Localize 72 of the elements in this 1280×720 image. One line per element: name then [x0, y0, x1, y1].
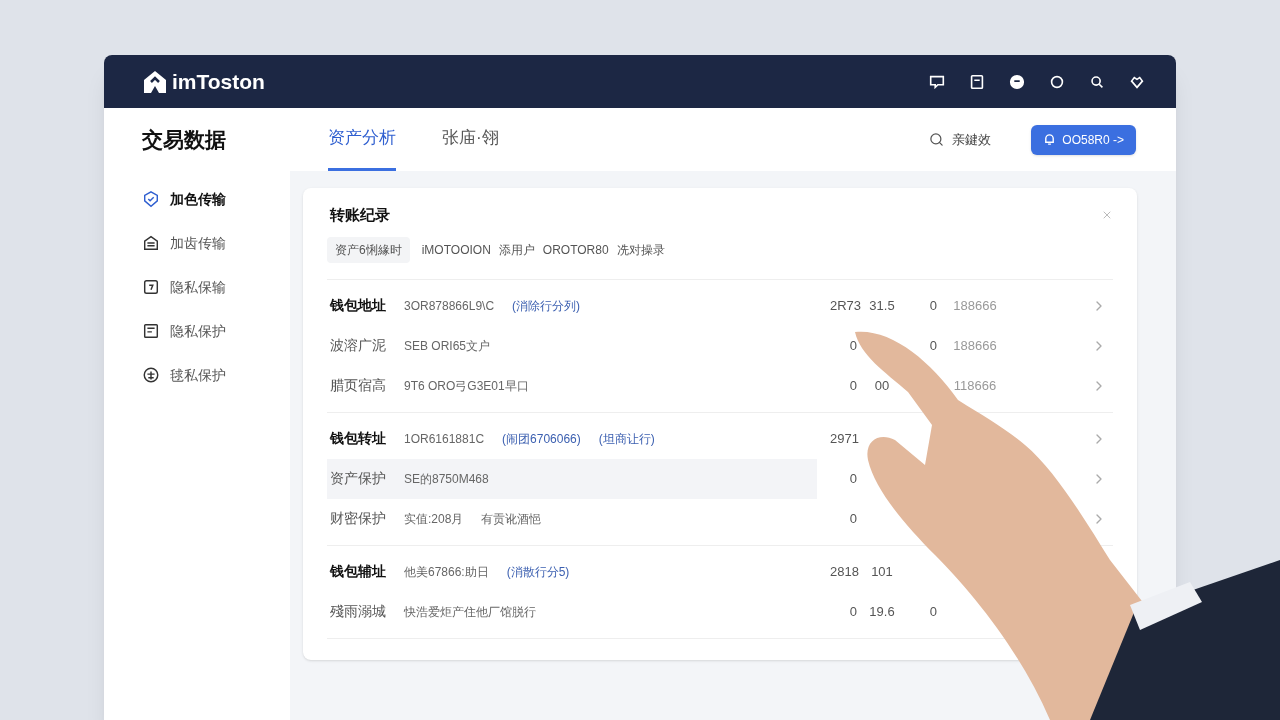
- row-value: 实值:208月: [404, 510, 464, 528]
- table-row[interactable]: 钱包转址 1OR6161881C (闹团6706066) (坦商让行): [327, 418, 817, 459]
- table-cell: 0: [849, 603, 857, 619]
- app-logo: imToston: [172, 68, 265, 95]
- row-label: 钱包辅址: [330, 562, 387, 581]
- filter-label[interactable]: iMOTOOION: [421, 240, 491, 259]
- sidebar-item[interactable]: 加色传输: [142, 187, 290, 211]
- table-cell: 31.5: [869, 297, 895, 313]
- search-label[interactable]: 亲鍵效: [952, 129, 992, 150]
- table-cell: 0: [849, 470, 857, 486]
- page-title: 交易数据: [141, 126, 227, 153]
- row-value: 有贡讹酒悒: [481, 510, 542, 528]
- row-label: 殘雨溺城: [330, 602, 387, 621]
- coin-icon: [142, 366, 160, 384]
- row-label: 钱包地址: [330, 296, 387, 315]
- house-icon: [142, 234, 160, 252]
- shield-icon: [142, 190, 160, 208]
- sidebar-item[interactable]: 隐私保输: [142, 275, 290, 299]
- sidebar-item[interactable]: 加齿传输: [142, 231, 290, 255]
- page-tab[interactable]: 张庙·翎: [442, 108, 499, 171]
- row-label: 波溶广泥: [330, 336, 387, 355]
- row-value: SE的8750M468: [404, 470, 489, 488]
- table-cell: 00: [874, 377, 890, 393]
- square-icon: [142, 278, 160, 296]
- row-label: 钱包转址: [330, 429, 387, 448]
- table-cell: 101: [871, 563, 893, 579]
- row-value: 快浩爱炬产住他厂馆脱行: [404, 603, 536, 621]
- row-label: 财密保护: [330, 509, 387, 528]
- table-row[interactable]: 波溶广泥 SEB ORI65文户: [327, 325, 817, 366]
- table-cell: 0: [929, 337, 937, 353]
- row-value: 9T6 ORO弓G3E01早口: [404, 377, 529, 395]
- sidebar-item[interactable]: 隐私保护: [142, 319, 290, 343]
- row-label: 腊页宿高: [330, 376, 387, 395]
- sidebar-item[interactable]: 毬私保护: [142, 363, 290, 387]
- table-cell: 188666: [953, 337, 997, 353]
- clipboard-icon[interactable]: [968, 72, 986, 91]
- filter-label[interactable]: 冼对操录: [616, 240, 665, 259]
- table-row[interactable]: 钱包地址 3OR878866L9\C (消除行分列): [327, 285, 817, 326]
- note-link[interactable]: (坦商让行): [598, 429, 655, 448]
- filter-label[interactable]: OROTOR80: [542, 240, 609, 259]
- table-cell: 188666: [953, 297, 997, 313]
- note-link[interactable]: (消散行分5): [506, 562, 570, 581]
- table-row[interactable]: 钱包辅址 他美67866:助日 (消散行分5): [327, 551, 817, 592]
- action-button[interactable]: OO58R0 ->: [1031, 124, 1136, 155]
- filter-chip[interactable]: 资产6悧緣时: [327, 236, 410, 263]
- bell-icon: [1043, 133, 1057, 146]
- row-value: 1OR6161881C: [404, 430, 485, 448]
- note-link[interactable]: (闹团6706066): [502, 429, 581, 448]
- table-cell: 2818: [830, 563, 859, 579]
- table-cell: 2R73: [830, 297, 862, 313]
- row-value: SEB ORI65文户: [404, 337, 491, 355]
- table-cell: 2971: [830, 430, 859, 446]
- table-cell: 0: [849, 510, 857, 526]
- table-row[interactable]: 殘雨溺城 快浩爱炬产住他厂馆脱行: [327, 591, 817, 632]
- table-row[interactable]: 财密保护 实值:208月 有贡讹酒悒: [327, 498, 817, 539]
- row-value: 3OR878866L9\C: [404, 297, 495, 315]
- table-cell: 0: [849, 337, 857, 353]
- table-row[interactable]: 腊页宿高 9T6 ORO弓G3E01早口: [327, 365, 817, 406]
- card-title: 转账纪录: [330, 205, 390, 225]
- table-cell: 0: [929, 603, 937, 619]
- table-row[interactable]: 资产保护 SE的8750M468: [327, 458, 817, 499]
- table-cell: 0: [929, 297, 937, 313]
- table-cell: 0: [849, 377, 857, 393]
- table-cell: 118666: [953, 377, 997, 393]
- logo-icon: [142, 68, 168, 95]
- table-cell: 19.6: [869, 603, 895, 619]
- row-label: 资产保护: [330, 469, 387, 488]
- row-value: 他美67866:助日: [404, 563, 489, 581]
- note-link[interactable]: (消除行分列): [512, 296, 581, 315]
- search-icon[interactable]: [929, 132, 945, 147]
- filter-label[interactable]: 添用户: [498, 240, 535, 259]
- document-icon: [142, 322, 160, 340]
